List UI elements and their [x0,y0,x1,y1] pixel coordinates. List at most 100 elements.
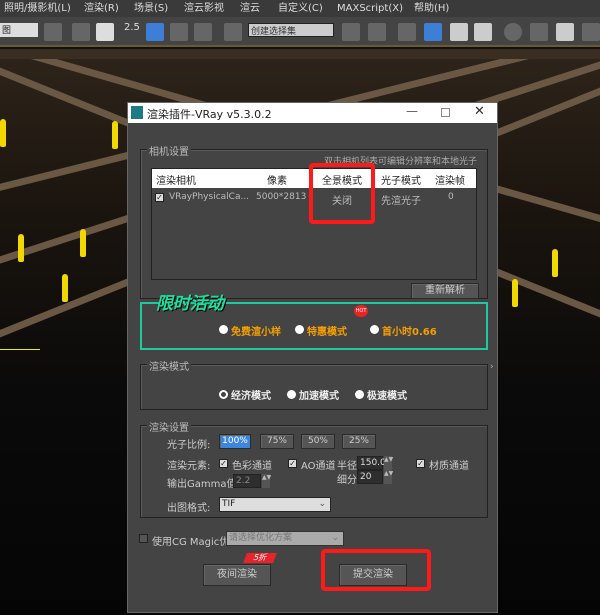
photon-ratio-label: 光子比例: [167,440,211,451]
snap-value: 2.5 [124,22,140,33]
layers-icon[interactable] [398,23,416,41]
menu-customize[interactable]: 自定义(C) [278,0,323,17]
format-label: 出图格式: [167,503,211,514]
elements-label: 渲染元素: [167,461,211,472]
mirror-icon[interactable] [342,23,360,41]
spinner-snap-icon[interactable] [194,23,212,41]
label-economy[interactable]: 经济模式 [231,387,271,402]
promo-title: 限时活动 [156,294,224,314]
chevron-down-icon: ⌄ [318,499,326,509]
radio-free-sample[interactable] [219,325,228,334]
radio-first-hour[interactable] [370,325,379,334]
format-select[interactable]: TIF ⌄ [219,497,331,512]
ratio-25-button[interactable]: 25% [342,434,376,449]
label-free-sample[interactable]: 免费渲小样 [231,323,281,338]
material-channel-label: 材质通道 [429,461,469,472]
menu-xuanyun-film[interactable]: 渲云影视 [184,0,224,17]
cell-pixels: 5000*2813 [256,192,307,202]
title-bar: 渲染插件-VRay v5.3.0.2 — ✕ [128,103,497,123]
label-discount-mode[interactable]: 特惠模式 [307,323,347,338]
material-editor-icon[interactable] [504,23,522,41]
schematic-view-icon[interactable] [474,23,492,41]
radio-economy[interactable] [219,390,228,399]
radius-input[interactable]: 150.0 [357,456,386,470]
ratio-100-button[interactable]: 100% [219,434,251,449]
close-button[interactable]: ✕ [474,104,485,119]
subdiv-label: 细分 [337,475,357,486]
minimize-button[interactable]: — [406,104,418,118]
render-setup-icon[interactable] [530,23,548,41]
label-accelerated[interactable]: 加速模式 [299,387,339,402]
menu-xuanyun[interactable]: 渲云 [240,0,260,17]
optimization-placeholder: 请选择优化方案 [229,533,293,543]
color-channel-checkbox[interactable]: ✓ [219,459,228,468]
radio-discount-mode[interactable] [295,325,304,334]
menu-bar: 照明/摄影机(L) 渲染(R) 场景(S) 渲云影视 渲云 自定义(C) MAX… [0,0,600,17]
col-pixels: 像素 [267,176,287,187]
ratio-50-button[interactable]: 50% [301,434,335,449]
format-value: TIF [222,499,236,509]
group-label: 渲染设置 [147,419,191,434]
radius-spinner[interactable]: ▲▼ [384,456,393,470]
col-photon: 光子模式 [381,176,421,187]
ao-channel-label: AO通道 [301,461,336,472]
gamma-spinner[interactable]: ▲▼ [262,474,271,488]
reparse-button[interactable]: 重新解析 [411,283,479,299]
material-channel-checkbox[interactable]: ✓ [416,459,425,468]
edit-named-sets-icon[interactable] [224,23,242,41]
selection-set-dropdown[interactable]: 创建选择集 [248,23,334,37]
subdiv-input[interactable]: 20 [357,470,383,484]
menu-help[interactable]: 帮助(H) [414,0,449,17]
rendered-frame-icon[interactable] [556,23,574,41]
highlight-box [321,549,431,591]
scene-explorer-icon[interactable] [424,23,442,41]
label-extreme[interactable]: 极速模式 [367,387,407,402]
group-label: 渲染模式 [147,358,191,373]
label-first-hour[interactable]: 首小时0.66 [382,323,437,338]
menu-render[interactable]: 渲染(R) [84,0,119,17]
col-camera: 渲染相机 [156,176,196,187]
optimization-select[interactable]: 请选择优化方案 ⌄ [226,531,344,546]
view-dropdown[interactable]: 图 [0,23,38,37]
hot-badge: HOT [354,305,368,317]
main-toolbar: 图 2.5 创建选择集 [0,17,600,47]
chevron-down-icon: ⌄ [331,533,339,543]
gamma-input[interactable]: 2.2 [233,474,261,488]
group-label: 相机设置 [147,143,191,158]
move-pivot-icon[interactable] [72,23,90,41]
radio-accelerated[interactable] [287,390,296,399]
menu-lights-cameras[interactable]: 照明/摄影机(L) [4,0,71,17]
color-channel-label: 色彩通道 [232,461,272,472]
app-icon [131,106,143,119]
dialog-title: 渲染插件-VRay v5.3.0.2 [147,108,272,121]
maximize-button[interactable] [441,108,450,117]
curve-editor-icon[interactable] [450,23,468,41]
discount-badge: 5折 [243,553,277,563]
render-plugin-dialog: 渲染插件-VRay v5.3.0.2 — ✕ 相机设置 双击相机列表可编辑分辨率… [127,102,498,613]
menu-maxscript[interactable]: MAXScript(X) [337,0,403,17]
bind-icon[interactable] [96,23,114,41]
expand-arrow-icon[interactable]: › [490,362,494,372]
select-link-icon[interactable] [44,23,62,41]
gamma-label: 输出Gamma值: [167,479,240,490]
align-icon[interactable] [368,23,386,41]
col-frame: 渲染帧 [435,176,465,187]
ratio-75-button[interactable]: 75% [260,434,294,449]
percent-snap-icon[interactable] [170,23,188,41]
cell-camera: VRayPhysicalCa... [169,192,250,202]
subdiv-spinner[interactable]: ▲▼ [384,470,393,484]
night-render-button[interactable]: 夜间渲染 [203,564,271,586]
cgmagic-checkbox[interactable] [139,534,148,543]
render-settings-group: 渲染设置 光子比例: 100% 75% 50% 25% 渲染元素: ✓ 色彩通道… [140,419,488,518]
highlight-box [309,163,375,224]
angle-snap-icon[interactable] [146,23,164,41]
menu-scene[interactable]: 场景(S) [134,0,168,17]
camera-checkbox[interactable]: ✓ [155,193,164,202]
render-teapot-icon[interactable] [582,23,600,41]
cell-frame: 0 [448,192,454,202]
light-gizmo [0,349,40,409]
cell-photon[interactable]: 先渲光子 [381,192,421,207]
ao-channel-checkbox[interactable]: ✓ [288,459,297,468]
render-mode-group: 渲染模式 经济模式 加速模式 极速模式 [140,358,488,410]
radio-extreme[interactable] [355,390,364,399]
